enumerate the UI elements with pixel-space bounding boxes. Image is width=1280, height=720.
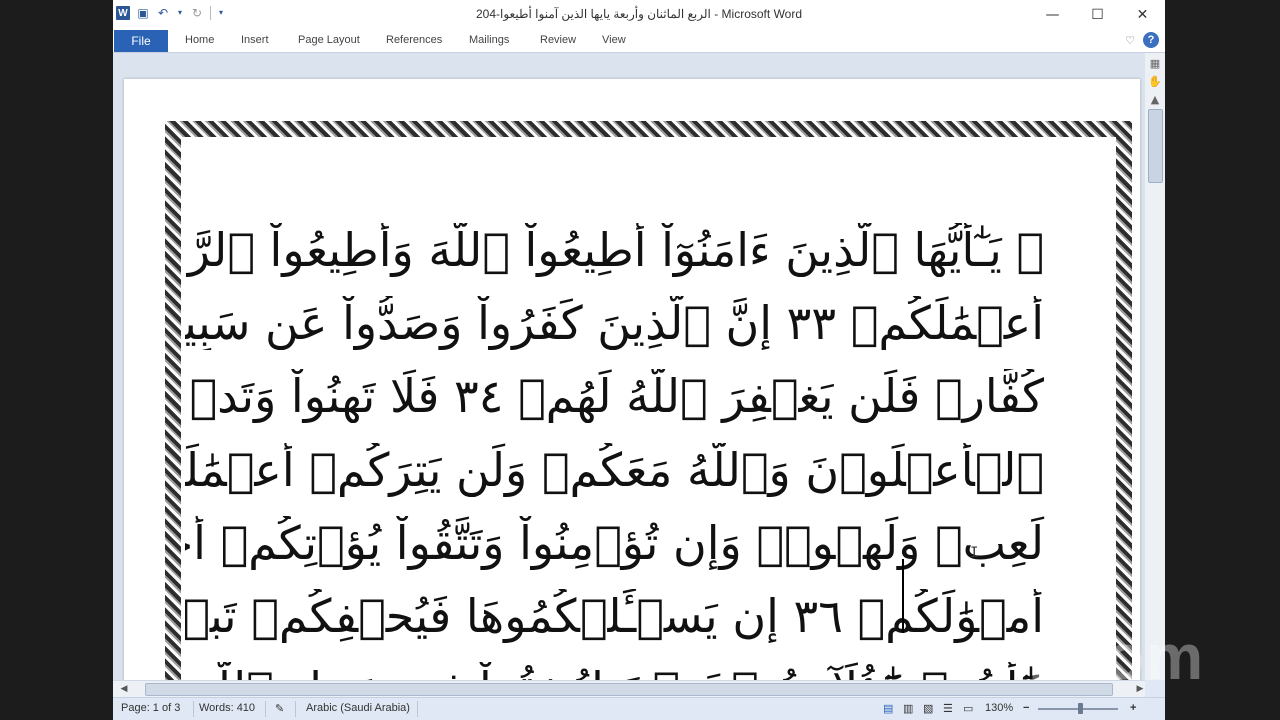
full-screen-reading-icon[interactable]: ▥ — [903, 702, 913, 715]
zoom-level[interactable]: 130% — [985, 702, 1013, 714]
status-divider — [417, 701, 418, 717]
print-layout-icon[interactable]: ▤ — [883, 702, 893, 715]
tab-view[interactable]: View — [602, 34, 626, 46]
zoom-slider-knob[interactable] — [1078, 703, 1083, 714]
vertical-scroll-thumb[interactable] — [1148, 109, 1163, 183]
horizontal-scroll-thumb[interactable] — [145, 683, 1113, 696]
tab-page-layout[interactable]: Page Layout — [298, 34, 360, 46]
vertical-scrollbar[interactable]: ▦ ✋ ▲ — [1145, 53, 1165, 680]
page-count[interactable]: Page: 1 of 3 — [121, 702, 180, 714]
proofing-icon[interactable]: ✎ — [275, 702, 284, 715]
tab-insert[interactable]: Insert — [241, 34, 269, 46]
pan-hand-icon[interactable]: ✋ — [1147, 73, 1163, 89]
ruler-toggle-icon[interactable]: ▦ — [1147, 55, 1163, 71]
tab-file[interactable]: File — [114, 30, 168, 52]
status-bar: Page: 1 of 3 Words: 410 ✎ Arabic (Saudi … — [113, 697, 1165, 720]
word-window: W ▣ ↶ ▾ ↻ ▾ الربع الماثنان وأربعة يايها … — [113, 0, 1165, 720]
tab-references[interactable]: References — [386, 34, 442, 46]
tab-mailings[interactable]: Mailings — [469, 34, 509, 46]
minimize-button[interactable]: — — [1030, 0, 1075, 30]
window-title: الربع الماثنان وأربعة يايها الذين آمنوا … — [475, 7, 803, 21]
close-button[interactable]: ✕ — [1120, 0, 1165, 30]
maximize-button[interactable]: ☐ — [1075, 0, 1120, 30]
web-layout-icon[interactable]: ▧ — [923, 702, 933, 715]
ribbon-right-controls: ♡ ? — [1125, 32, 1159, 48]
help-icon[interactable]: ? — [1143, 32, 1159, 48]
outline-icon[interactable]: ☰ — [943, 702, 953, 715]
status-divider — [265, 701, 266, 717]
text-line-3: كُفَّارٞ فَلَن يَغۡفِرَ ٱللَّهُ لَهُمۡ ٣… — [185, 369, 1044, 423]
text-line-5: لَعِبٞ وَلَهۡوٞۚ وَإِن تُؤۡمِنُواْ وَتَت… — [185, 516, 1044, 570]
zoom-slider[interactable] — [1038, 703, 1118, 714]
text-line-1: ۞ يَـٰٓأَيُّهَا ٱلَّذِينَ ءَامَنُوٓاْ أَ… — [185, 223, 1044, 277]
scroll-up-icon[interactable]: ▲ — [1147, 91, 1163, 107]
text-line-7: هَٰٓأَنتُمۡ هَٰٓؤُلَآءِ تُدۡعَوۡنَ لِتُن… — [185, 662, 1080, 680]
tab-home[interactable]: Home — [185, 34, 214, 46]
ibeam-cursor-icon: I — [970, 545, 979, 561]
word-count[interactable]: Words: 410 — [199, 702, 255, 714]
ribbon-tabs: File Home Insert Page Layout References … — [113, 30, 1165, 53]
text-line-6: أَمۡوَٰلَكُمۡ ٣٦ إِن يَسۡـَٔلۡكُمُوهَا ف… — [185, 589, 1044, 643]
text-line-4: ٱلۡأَعۡلَوۡنَ وَٱللَّهُ مَعَكُمۡ وَلَن ي… — [185, 443, 1044, 497]
draft-icon[interactable]: ▭ — [963, 702, 973, 715]
language-indicator[interactable]: Arabic (Saudi Arabia) — [306, 702, 410, 714]
zoom-out-button[interactable]: − — [1023, 702, 1029, 714]
status-divider — [193, 701, 194, 717]
document-area: ۞ يَـٰٓأَيُّهَا ٱلَّذِينَ ءَامَنُوٓاْ أَ… — [113, 53, 1145, 680]
scroll-left-icon[interactable]: ◀ — [117, 681, 131, 697]
zoom-watermark: zoom — [1030, 621, 1206, 693]
status-divider — [295, 701, 296, 717]
horizontal-scrollbar[interactable]: ◀ ▶ — [113, 680, 1145, 697]
tab-review[interactable]: Review — [540, 34, 576, 46]
title-bar: W ▣ ↶ ▾ ↻ ▾ الربع الماثنان وأربعة يايها … — [113, 0, 1165, 31]
text-cursor — [902, 559, 904, 633]
document-page: ۞ يَـٰٓأَيُّهَا ٱلَّذِينَ ءَامَنُوٓاْ أَ… — [124, 79, 1140, 680]
page-text-panel[interactable]: ۞ يَـٰٓأَيُّهَا ٱلَّذِينَ ءَامَنُوٓاْ أَ… — [185, 141, 1080, 680]
window-controls: — ☐ ✕ — [1030, 0, 1165, 30]
minimize-ribbon-icon[interactable]: ♡ — [1125, 34, 1135, 47]
text-line-2: أَعۡمَٰلَكُمۡ ٣٣ إِنَّ ٱلَّذِينَ كَفَرُو… — [185, 296, 1044, 350]
zoom-in-button[interactable]: + — [1130, 702, 1136, 714]
